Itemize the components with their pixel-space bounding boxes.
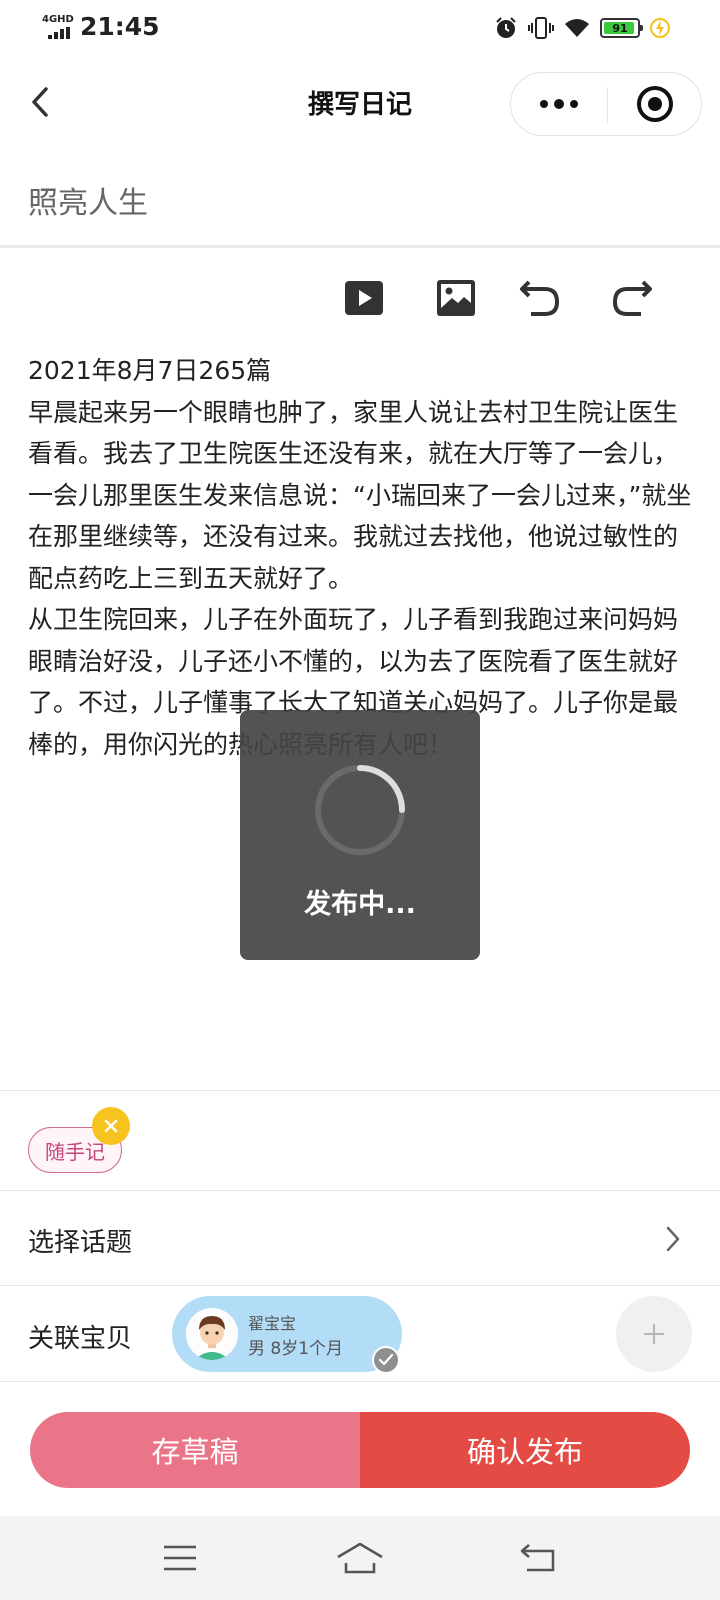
status-time: 21:45 (80, 12, 160, 41)
add-baby-button[interactable] (616, 1296, 692, 1372)
close-miniprogram-button[interactable] (607, 73, 703, 135)
close-icon (104, 1119, 118, 1133)
nav-bar: 撰写日记 (0, 60, 720, 144)
menu-icon (164, 1545, 196, 1571)
status-bar: 4GHD 21:45 91 (0, 0, 720, 56)
charging-icon (650, 18, 670, 38)
more-icon (540, 100, 548, 108)
loading-spinner-icon (315, 765, 405, 855)
system-nav-bar (0, 1516, 720, 1600)
select-topic-row[interactable]: 选择话题 (0, 1192, 720, 1286)
system-back-icon (520, 1544, 555, 1572)
diary-content-editor[interactable]: 2021年8月7日265篇 早晨起来另一个眼睛也肿了，家里人说让去村卫生院让医生… (28, 350, 698, 765)
remove-tag-button[interactable] (92, 1107, 130, 1145)
diary-title-input[interactable] (28, 172, 688, 228)
save-draft-button[interactable]: 存草稿 (30, 1412, 360, 1488)
chevron-right-icon (658, 1224, 688, 1254)
baby-card[interactable]: 翟宝宝 男 8岁1个月 (172, 1296, 402, 1372)
divider (0, 1190, 720, 1191)
home-icon (337, 1542, 383, 1574)
confirm-publish-button[interactable]: 确认发布 (360, 1412, 690, 1488)
home-button[interactable] (330, 1536, 390, 1580)
more-button[interactable] (511, 73, 607, 135)
alarm-icon (496, 17, 516, 38)
divider (0, 1090, 720, 1091)
redo-button[interactable] (604, 270, 660, 326)
editor-toolbar (0, 270, 720, 326)
loading-toast: 发布中... (240, 710, 480, 960)
select-topic-label: 选择话题 (28, 1228, 133, 1258)
undo-button[interactable] (512, 270, 568, 326)
battery-icon: 91 (600, 18, 643, 38)
divider (0, 1285, 720, 1286)
divider (0, 1381, 720, 1382)
capsule-menu (510, 72, 702, 136)
redo-icon (612, 280, 652, 316)
check-icon (372, 1346, 400, 1374)
baby-name: 翟宝宝 (248, 1314, 297, 1333)
related-baby-label: 关联宝贝 (28, 1324, 133, 1354)
plus-icon (644, 1324, 664, 1344)
vibrate-icon (528, 17, 554, 39)
avatar (186, 1308, 238, 1360)
diary-paragraph: 早晨起来另一个眼睛也肿了，家里人说让去村卫生院让医生看看。我去了卫生院医生还没有… (28, 397, 692, 593)
title-divider (0, 245, 720, 248)
video-icon (345, 281, 383, 315)
insert-image-button[interactable] (428, 270, 484, 326)
undo-icon (520, 280, 560, 316)
diary-paragraph: 2021年8月7日265篇 (28, 356, 272, 385)
menu-button[interactable] (150, 1536, 210, 1580)
insert-video-button[interactable] (336, 270, 392, 326)
network-type: 4GHD (42, 14, 74, 25)
image-icon (437, 280, 475, 316)
battery-level: 91 (612, 21, 628, 35)
signal-icon (48, 27, 70, 39)
system-back-button[interactable] (508, 1536, 568, 1580)
close-miniprogram-icon (637, 86, 673, 122)
loading-text: 发布中... (304, 889, 416, 920)
wifi-icon (565, 19, 589, 37)
tag-label: 随手记 (45, 1139, 105, 1164)
baby-info: 男 8岁1个月 (248, 1339, 344, 1359)
